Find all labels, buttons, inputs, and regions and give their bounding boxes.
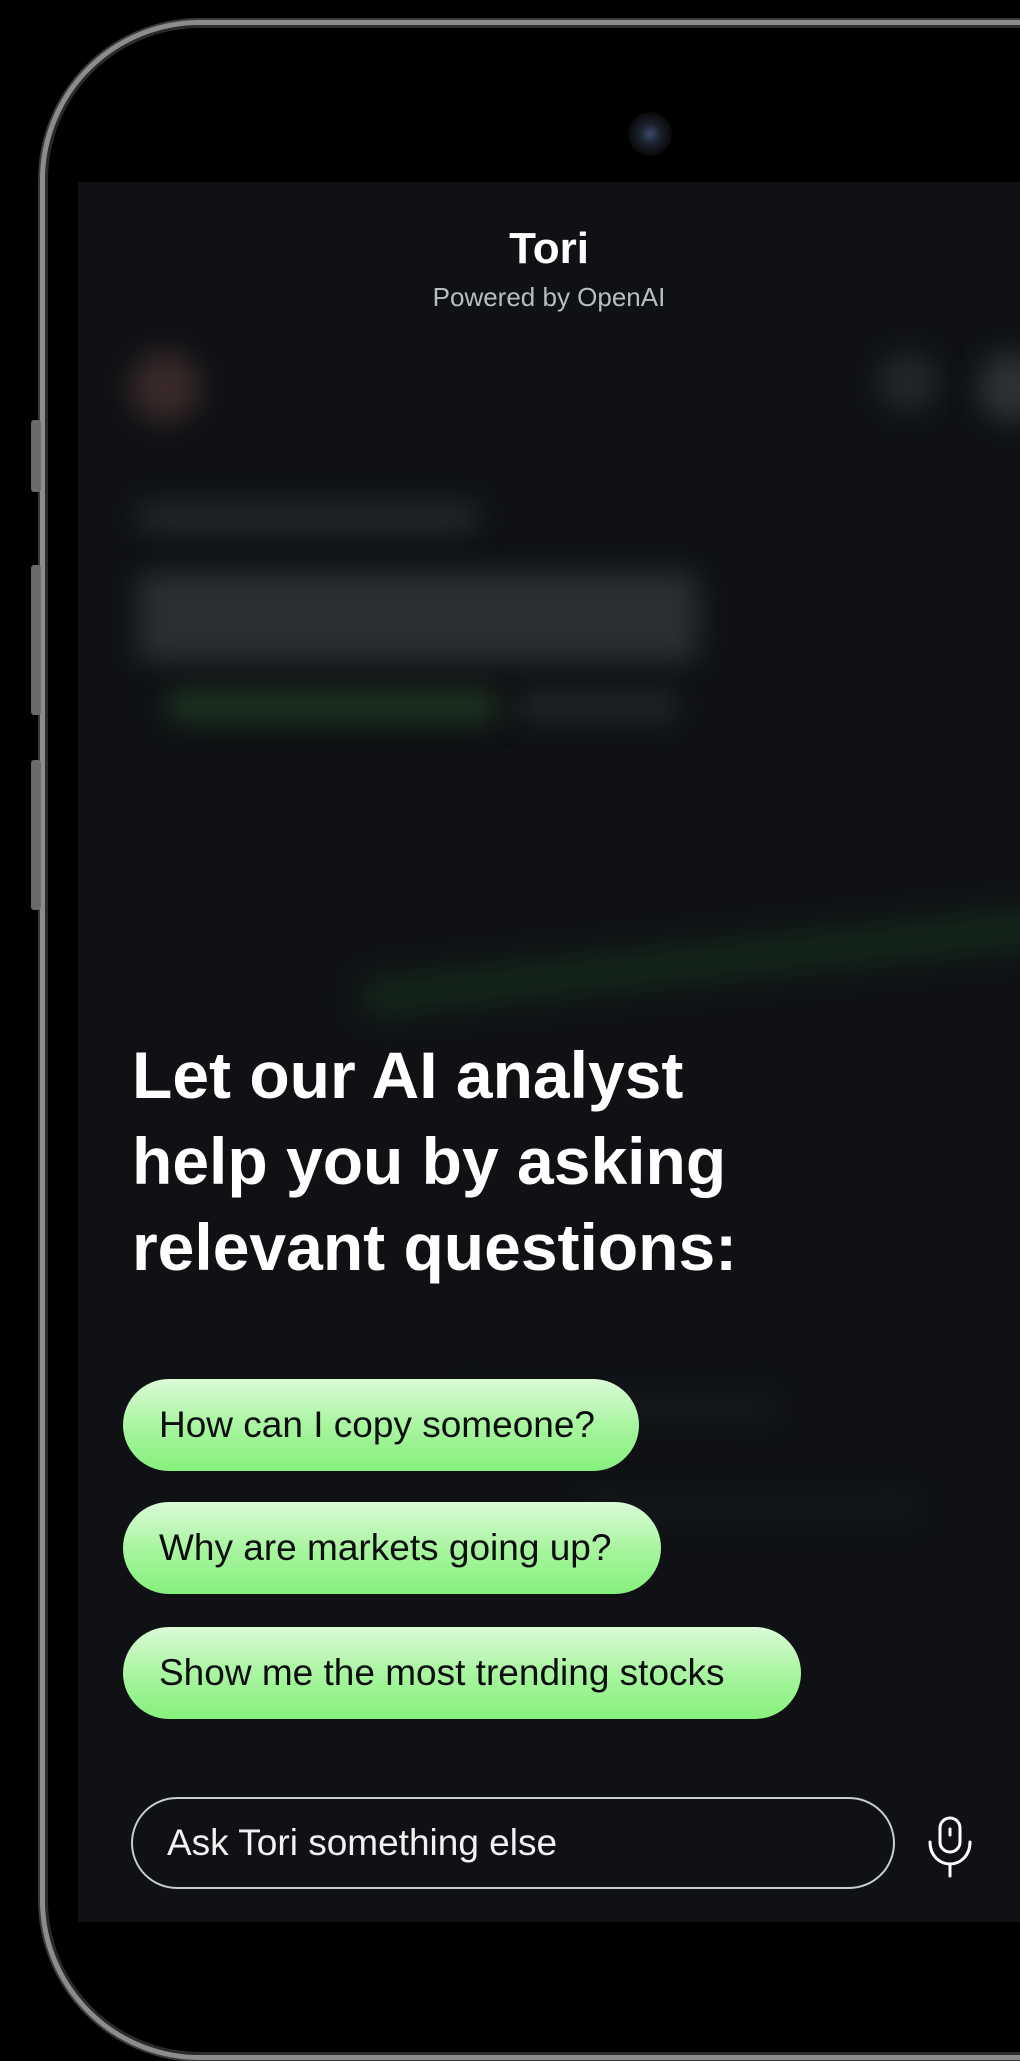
- suggestion-chip-trending[interactable]: Show me the most trending stocks: [123, 1627, 801, 1719]
- blurred-avatar: [130, 352, 200, 422]
- blurred-balance: [138, 572, 698, 662]
- ask-input[interactable]: [131, 1797, 895, 1889]
- suggestion-chip-markets[interactable]: Why are markets going up?: [123, 1502, 661, 1594]
- front-camera: [628, 112, 672, 156]
- microphone-icon[interactable]: [920, 1814, 980, 1878]
- intro-headline: Let our AI analyst help you by asking re…: [132, 1032, 832, 1290]
- headline-line: relevant questions:: [132, 1210, 738, 1284]
- phone-mockup: Tori Powered by OpenAI Let our AI analys…: [0, 0, 1020, 2061]
- headline-line: Let our AI analyst: [132, 1038, 684, 1112]
- blurred-change: [168, 692, 498, 720]
- assistant-name: Tori: [509, 224, 589, 273]
- powered-by-label: Powered by OpenAI: [432, 282, 666, 312]
- blurred-icon: [978, 352, 1020, 422]
- side-button-volume-up: [31, 565, 41, 715]
- headline-line: help you by asking: [132, 1124, 727, 1198]
- blurred-label: [138, 502, 478, 532]
- blurred-icon: [878, 352, 938, 412]
- blurred-chart-line: [357, 905, 1020, 1019]
- side-button-volume-down: [31, 760, 41, 910]
- side-button-action: [31, 420, 41, 492]
- blurred-period: [518, 692, 678, 720]
- app-screen: Tori Powered by OpenAI Let our AI analys…: [78, 182, 1020, 1922]
- suggestion-chip-copy[interactable]: How can I copy someone?: [123, 1379, 639, 1471]
